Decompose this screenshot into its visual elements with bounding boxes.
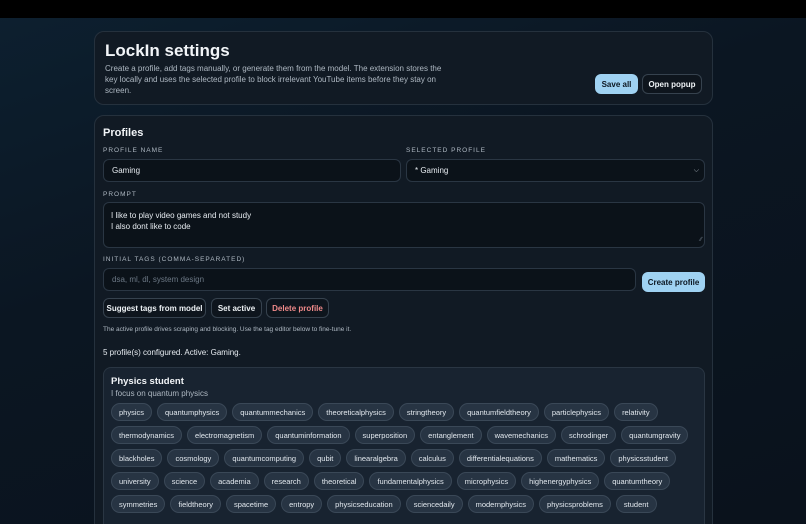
tag-chip[interactable]: physicseducation [327,495,401,513]
profile-name-label: PROFILE NAME [103,147,164,154]
settings-header-card: LockIn settings Create a profile, add ta… [94,31,713,105]
tag-chip[interactable]: highenergyphysics [521,472,600,490]
tag-chip[interactable]: symmetries [111,495,166,513]
tag-chip[interactable]: wavemechanics [486,426,556,444]
tag-chip[interactable]: qubit [309,449,342,467]
tag-chip[interactable]: physicsproblems [539,495,611,513]
page-title: LockIn settings [105,41,230,60]
initial-tags-placeholder: dsa, ml, dl, system design [112,275,205,284]
profile-card-physics-student: Physics student I focus on quantum physi… [103,367,705,524]
selected-profile-value: * Gaming [415,166,449,175]
tag-chip[interactable]: schrodinger [560,426,617,444]
tag-chip[interactable]: quantumphysics [157,403,228,421]
tag-chip[interactable]: linearalgebra [346,449,406,467]
create-profile-button[interactable]: Create profile [642,272,705,292]
tag-chip[interactable]: university [111,472,159,490]
selected-profile-label: SELECTED PROFILE [406,147,486,154]
tag-chip[interactable]: academia [210,472,259,490]
tag-chip[interactable]: quantumgravity [621,426,689,444]
profiles-status: 5 profile(s) configured. Active: Gaming. [103,348,241,357]
initial-tags-label: INITIAL TAGS (COMMA-SEPARATED) [103,256,246,263]
tag-chip[interactable]: quantuminformation [267,426,350,444]
tag-chip[interactable]: blackholes [111,449,163,467]
tag-chip[interactable]: quantumtheory [604,472,671,490]
tag-chip[interactable]: modernphysics [467,495,535,513]
tag-chip[interactable]: quantumfieldtheory [459,403,539,421]
tag-chip[interactable]: spacetime [225,495,277,513]
tag-chip[interactable]: student [615,495,657,513]
tag-chip[interactable]: thermodynamics [111,426,183,444]
prompt-textarea[interactable]: I like to play video games and not study… [103,202,705,248]
tag-chip[interactable]: entropy [281,495,323,513]
tag-chip[interactable]: particlephysics [543,403,610,421]
profiles-note: The active profile drives scraping and b… [103,326,352,333]
tag-chip[interactable]: stringtheory [398,403,455,421]
tag-chip[interactable]: differentialequations [458,449,542,467]
initial-tags-input[interactable]: dsa, ml, dl, system design [103,268,636,291]
profiles-section-title: Profiles [103,127,144,139]
tag-chip[interactable]: superposition [354,426,416,444]
window-top-bar [0,0,806,18]
profile-name-value: Gaming [112,166,141,175]
profile-name-input[interactable]: Gaming [103,159,401,182]
tag-list: physics quantumphysics quantummechanics the… [111,403,703,513]
tag-chip[interactable]: entanglement [420,426,482,444]
tag-chip[interactable]: theoretical [313,472,365,490]
prompt-label: PROMPT [103,191,137,198]
tag-chip[interactable]: quantummechanics [232,403,314,421]
tag-chip[interactable]: electromagnetism [187,426,263,444]
tag-chip[interactable]: sciencedaily [405,495,463,513]
tag-chip[interactable]: microphysics [456,472,517,490]
tag-chip[interactable]: fundamentalphysics [369,472,452,490]
profile-card-description: I focus on quantum physics [111,389,208,398]
selected-profile-select[interactable]: * Gaming ⌵ [406,159,705,182]
profile-card-title: Physics student [111,376,184,387]
delete-profile-button[interactable]: Delete profile [266,298,329,318]
tag-chip[interactable]: relativity [614,403,658,421]
set-active-button[interactable]: Set active [211,298,262,318]
resize-handle-icon[interactable]: ∕∕ [700,235,702,246]
prompt-line-2: I also dont like to code [111,222,191,231]
tag-chip[interactable]: science [163,472,206,490]
tag-chip[interactable]: fieldtheory [170,495,221,513]
tag-chip[interactable]: calculus [410,449,454,467]
tag-chip[interactable]: physicsstudent [610,449,676,467]
tag-chip[interactable]: quantumcomputing [224,449,305,467]
prompt-line-1: I like to play video games and not study [111,211,252,220]
profiles-card: Profiles PROFILE NAME Gaming SELECTED PR… [94,115,713,524]
tag-chip[interactable]: theoreticalphysics [318,403,394,421]
tag-chip[interactable]: research [263,472,309,490]
chevron-down-icon: ⌵ [693,167,699,174]
suggest-tags-button[interactable]: Suggest tags from model [103,298,206,318]
save-all-button[interactable]: Save all [595,74,638,94]
page-description: Create a profile, add tags manually, or … [105,64,442,95]
tag-chip[interactable]: mathematics [546,449,606,467]
open-popup-button[interactable]: Open popup [642,74,702,94]
tag-chip[interactable]: physics [111,403,153,421]
tag-chip[interactable]: cosmology [167,449,220,467]
